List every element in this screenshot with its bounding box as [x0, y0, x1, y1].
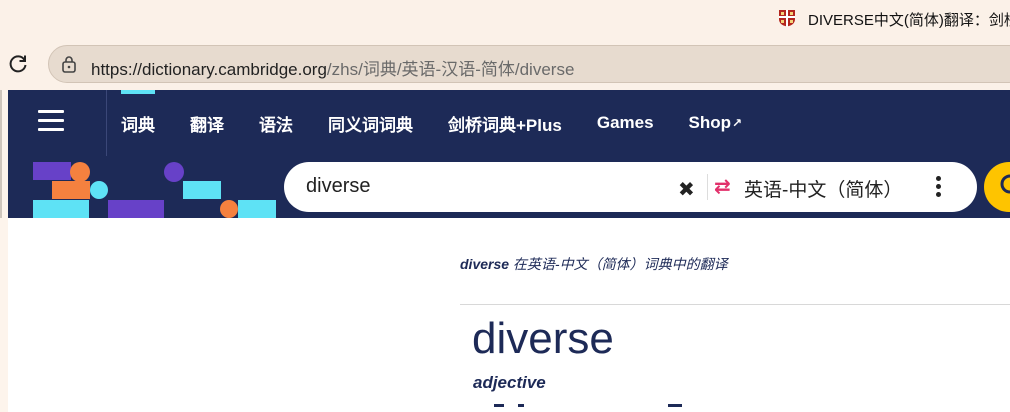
nav-item-4[interactable]: 剑桥词典+Plus — [448, 90, 562, 156]
headword: diverse — [472, 314, 614, 363]
url-text[interactable]: https://dictionary.cambridge.org/zhs/词典/… — [91, 55, 574, 80]
decor-block — [183, 181, 221, 199]
hamburger-menu-icon[interactable] — [38, 110, 64, 132]
decor-block — [33, 200, 89, 218]
reload-button[interactable] — [4, 50, 32, 78]
nav-item-label: Shop — [688, 113, 732, 132]
lock-icon[interactable] — [61, 55, 77, 73]
more-options-icon[interactable] — [936, 176, 942, 200]
translation-heading: diverse 在英语-中文（简体）词典中的翻译 — [460, 254, 728, 274]
reload-icon — [9, 55, 27, 73]
decor-dot — [90, 181, 108, 199]
decor-block — [33, 162, 71, 180]
decor-block — [52, 181, 90, 199]
tab-title[interactable]: DIVERSE中文(简体)翻译：剑桥词 — [808, 9, 1010, 30]
url-host: https://dictionary.cambridge.org — [91, 60, 327, 79]
nav-items: 词典 翻译 语法 同义词词典 剑桥词典+Plus Games Shop ↗ — [121, 90, 777, 156]
translation-heading-text: 在英语-中文（简体）词典中的翻译 — [509, 256, 728, 272]
nav-item-2[interactable]: 语法 — [259, 90, 293, 156]
divider — [460, 304, 1010, 305]
nav-item-6[interactable]: Shop ↗ — [689, 90, 743, 156]
decor-block — [108, 200, 164, 218]
nav-item-0[interactable]: 词典 — [121, 90, 155, 156]
swap-languages-icon[interactable]: ⇄ — [714, 174, 731, 199]
search-box: ✖ ⇄ 英语-中文（简体） — [284, 162, 977, 212]
decor-dot — [70, 162, 90, 182]
browser-toolbar: https://dictionary.cambridge.org/zhs/词典/… — [0, 40, 1010, 90]
browser-tab-strip: DIVERSE中文(简体)翻译：剑桥词 — [0, 0, 1010, 40]
nav-item-label: 翻译 — [190, 115, 224, 135]
translation-heading-word: diverse — [460, 256, 510, 272]
decor-dot — [164, 162, 184, 182]
nav-item-3[interactable]: 同义词词典 — [328, 90, 413, 156]
decor-block — [238, 200, 276, 218]
nav-item-label: 剑桥词典+Plus — [448, 115, 562, 135]
search-input[interactable] — [304, 174, 668, 199]
decor-dot — [220, 200, 238, 218]
external-link-icon: ↗ — [732, 116, 743, 130]
search-button[interactable] — [984, 162, 1010, 212]
part-of-speech: adjective — [473, 373, 546, 392]
nav-item-label: 词典 — [121, 115, 155, 135]
nav-item-5[interactable]: Games — [597, 90, 654, 156]
nav-item-1[interactable]: 翻译 — [190, 90, 224, 156]
search-divider — [707, 174, 708, 200]
cut-off-definition-line — [478, 404, 718, 412]
search-icon — [1000, 174, 1010, 194]
cambridge-shield-icon — [779, 10, 795, 27]
nav-divider — [106, 90, 107, 156]
clear-icon[interactable]: ✖ — [678, 177, 695, 202]
nav-item-label: 语法 — [259, 115, 293, 135]
search-band: ✖ ⇄ 英语-中文（简体） — [8, 156, 1010, 218]
site-navigation: 词典 翻译 语法 同义词词典 剑桥词典+Plus Games Shop ↗ — [8, 90, 1010, 156]
page-left-edge — [0, 90, 2, 218]
nav-item-label: Games — [596, 113, 654, 132]
address-bar[interactable]: https://dictionary.cambridge.org/zhs/词典/… — [48, 45, 1010, 83]
nav-item-label: 同义词词典 — [328, 115, 413, 135]
main-content: diverse 在英语-中文（简体）词典中的翻译 diverse adjecti… — [8, 218, 1010, 412]
language-selector[interactable]: 英语-中文（简体） — [744, 175, 902, 202]
url-path: /zhs/词典/英语-汉语-简体/diverse — [326, 60, 575, 79]
